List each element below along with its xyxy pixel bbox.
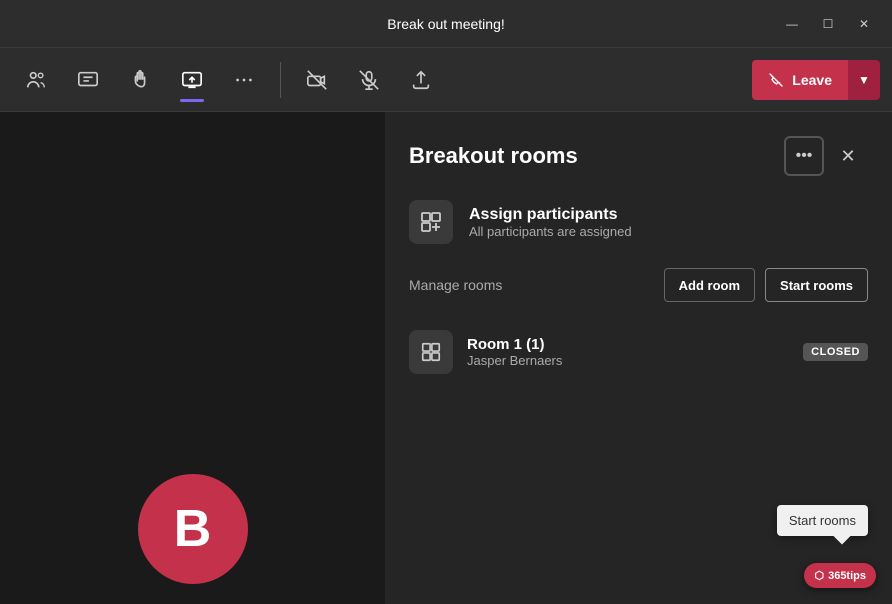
assign-subtitle: All participants are assigned — [469, 224, 632, 239]
share-screen-icon — [181, 69, 203, 91]
panel-header: Breakout rooms ••• ✕ — [409, 136, 868, 176]
mic-off-icon — [358, 69, 380, 91]
main-area: B Breakout rooms ••• ✕ Assign p — [0, 112, 892, 604]
toolbar: Leave ▼ — [0, 48, 892, 112]
people-button[interactable] — [12, 56, 60, 104]
mic-button[interactable] — [345, 56, 393, 104]
panel-close-button[interactable]: ✕ — [828, 136, 868, 176]
leave-button[interactable]: Leave — [752, 60, 848, 100]
toolbar-divider — [280, 62, 281, 98]
assign-text: Assign participants All participants are… — [469, 206, 632, 239]
camera-off-icon — [306, 69, 328, 91]
breakout-panel: Breakout rooms ••• ✕ Assign participants… — [385, 112, 892, 604]
chat-button[interactable] — [64, 56, 112, 104]
tips-badge[interactable]: ⬡ 365tips — [804, 563, 876, 588]
start-rooms-tooltip: Start rooms — [777, 505, 868, 536]
window-title: Break out meeting! — [387, 16, 505, 32]
room-icon — [409, 330, 453, 374]
leave-chevron-button[interactable]: ▼ — [848, 60, 880, 100]
title-bar: Break out meeting! — ☐ ✕ — [0, 0, 892, 48]
start-rooms-button[interactable]: Start rooms — [765, 268, 868, 302]
assign-title: Assign participants — [469, 206, 632, 224]
minimize-button[interactable]: — — [776, 8, 808, 40]
close-button[interactable]: ✕ — [848, 8, 880, 40]
room-info: Room 1 (1) Jasper Bernaers — [467, 336, 789, 368]
window-controls: — ☐ ✕ — [776, 8, 880, 40]
maximize-button[interactable]: ☐ — [812, 8, 844, 40]
assign-icon — [409, 200, 453, 244]
share-screen-button[interactable] — [168, 56, 216, 104]
more-icon — [233, 69, 255, 91]
upload-button[interactable] — [397, 56, 445, 104]
room-name: Room 1 (1) — [467, 336, 789, 353]
raise-hand-button[interactable] — [116, 56, 164, 104]
leave-group: Leave ▼ — [752, 60, 880, 100]
office-icon: ⬡ — [814, 569, 824, 582]
assign-section: Assign participants All participants are… — [409, 200, 868, 244]
panel-more-button[interactable]: ••• — [784, 136, 824, 176]
chat-icon — [77, 69, 99, 91]
panel-title: Breakout rooms — [409, 143, 578, 169]
add-room-button[interactable]: Add room — [664, 268, 755, 302]
video-panel: B — [0, 112, 385, 604]
phone-icon — [768, 72, 784, 88]
room-host: Jasper Bernaers — [467, 353, 789, 368]
people-icon — [25, 69, 47, 91]
avatar: B — [138, 474, 248, 584]
upload-icon — [410, 69, 432, 91]
camera-button[interactable] — [293, 56, 341, 104]
room-item: Room 1 (1) Jasper Bernaers CLOSED — [409, 322, 868, 382]
manage-label: Manage rooms — [409, 277, 654, 293]
panel-header-actions: ••• ✕ — [784, 136, 868, 176]
more-button[interactable] — [220, 56, 268, 104]
closed-badge: CLOSED — [803, 343, 868, 361]
manage-row: Manage rooms Add room Start rooms — [409, 268, 868, 302]
raise-hand-icon — [129, 69, 151, 91]
